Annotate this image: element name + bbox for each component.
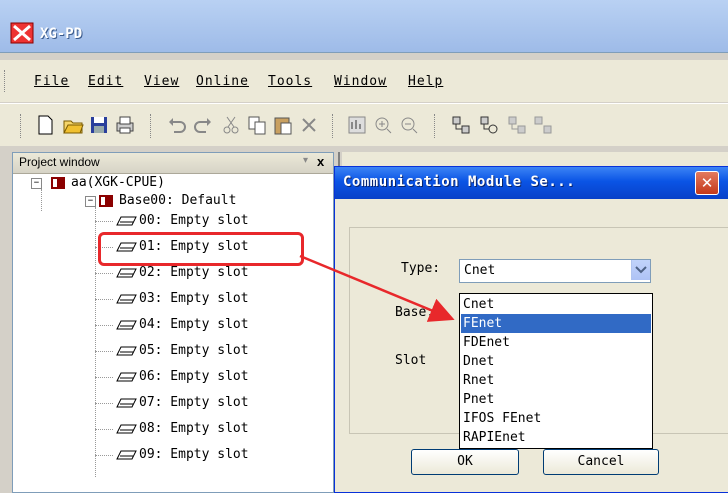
paste-icon[interactable]	[272, 114, 296, 136]
collapse-icon[interactable]: −	[31, 178, 42, 189]
dropdown-option[interactable]: RAPIEnet	[461, 428, 651, 447]
copy-icon[interactable]	[246, 114, 270, 136]
dialog-titlebar: Communication Module Se... ✕	[335, 167, 728, 199]
tree-base-label: Base00: Default	[119, 193, 237, 208]
slot-icon	[116, 398, 137, 408]
dropdown-option[interactable]: Cnet	[461, 295, 651, 314]
slot-icon	[116, 320, 137, 330]
project-window: Project window ▾ x − aa(XGK-CPUE) − Base…	[12, 152, 334, 493]
dialog-close-icon[interactable]: ✕	[695, 171, 719, 195]
slot-label: Slot	[395, 353, 427, 368]
slot-icon	[116, 424, 137, 434]
tree-slot-label: 05: Empty slot	[139, 343, 249, 358]
new-file-icon[interactable]	[34, 114, 58, 136]
menu-edit[interactable]: Edit	[88, 74, 123, 89]
print-icon[interactable]	[114, 114, 138, 136]
zoom-out-icon[interactable]	[398, 114, 422, 136]
tree-slot-label: 08: Empty slot	[139, 421, 249, 436]
tree-slot-label: 04: Empty slot	[139, 317, 249, 332]
network-icon[interactable]	[450, 114, 474, 136]
type-dropdown-list: Cnet FEnet FDEnet Dnet Rnet Pnet IFOS FEnet RAP…	[459, 293, 653, 449]
toolbar-separator	[434, 114, 438, 138]
menu-file[interactable]: File	[34, 74, 69, 89]
close-icon[interactable]: x	[317, 154, 324, 169]
project-window-title: Project window	[19, 155, 100, 169]
toolbar-separator	[150, 114, 154, 138]
app-title: XG-PD	[40, 26, 83, 42]
project-tree: − aa(XGK-CPUE) − Base00: Default 00: Emp…	[13, 173, 333, 491]
dropdown-option[interactable]: Rnet	[461, 371, 651, 390]
dialog-title: Communication Module Se...	[343, 174, 576, 190]
redo-icon[interactable]	[192, 114, 216, 136]
communication-module-dialog: Communication Module Se... ✕ Type: Base:…	[334, 166, 728, 493]
xg-pd-app-icon	[10, 22, 34, 44]
slot-icon	[116, 294, 137, 304]
menu-window[interactable]: Window	[334, 74, 387, 89]
network-extra-icon[interactable]	[532, 114, 556, 136]
slot-icon	[116, 216, 137, 226]
tree-slot-label: 09: Empty slot	[139, 447, 249, 462]
type-combobox[interactable]: Cnet	[459, 259, 651, 283]
save-icon[interactable]	[88, 114, 112, 136]
menubar: File Edit View Online Tools Window Help	[0, 60, 728, 102]
cancel-button[interactable]: Cancel	[543, 449, 659, 475]
slot-icon	[116, 372, 137, 382]
tree-slot-label: 03: Empty slot	[139, 291, 249, 306]
network-search-icon[interactable]	[478, 114, 502, 136]
slot-icon	[116, 268, 137, 278]
chevron-down-icon[interactable]	[631, 260, 650, 280]
slot-icon	[116, 450, 137, 460]
dropdown-option[interactable]: Dnet	[461, 352, 651, 371]
app-titlebar: XG-PD	[0, 0, 728, 53]
base-icon	[99, 195, 113, 207]
tree-root-label: aa(XGK-CPUE)	[71, 175, 165, 190]
menubar-grip	[4, 70, 8, 92]
monitor-icon[interactable]	[346, 114, 370, 136]
pin-icon[interactable]: ▾	[303, 155, 308, 166]
menu-help[interactable]: Help	[408, 74, 443, 89]
dropdown-option[interactable]: IFOS FEnet	[461, 409, 651, 428]
toolbar-grip	[20, 114, 24, 138]
delete-icon[interactable]	[298, 114, 322, 136]
tree-slot-label: 00: Empty slot	[139, 213, 249, 228]
menu-tools[interactable]: Tools	[268, 74, 312, 89]
highlight-box	[98, 232, 304, 266]
undo-icon[interactable]	[166, 114, 190, 136]
base-label: Base:	[395, 305, 435, 320]
toolbar	[0, 103, 728, 146]
menu-online[interactable]: Online	[196, 74, 249, 89]
dropdown-option[interactable]: FEnet	[461, 314, 651, 333]
menu-view[interactable]: View	[144, 74, 179, 89]
collapse-icon[interactable]: −	[85, 196, 96, 207]
tree-slot-label: 02: Empty slot	[139, 265, 249, 280]
tree-slot-label: 07: Empty slot	[139, 395, 249, 410]
project-window-header: Project window ▾ x	[13, 153, 333, 174]
zoom-in-icon[interactable]	[372, 114, 396, 136]
slot-icon	[116, 346, 137, 356]
network-config-icon[interactable]	[506, 114, 530, 136]
open-folder-icon[interactable]	[62, 114, 86, 136]
dropdown-option[interactable]: FDEnet	[461, 333, 651, 352]
type-combobox-value: Cnet	[464, 263, 496, 278]
ok-button[interactable]: OK	[411, 449, 519, 475]
tree-slot-label: 06: Empty slot	[139, 369, 249, 384]
type-label: Type:	[401, 261, 441, 276]
toolbar-separator	[332, 114, 336, 138]
cut-icon[interactable]	[220, 114, 244, 136]
plc-icon	[51, 177, 65, 189]
dropdown-option[interactable]: Pnet	[461, 390, 651, 409]
